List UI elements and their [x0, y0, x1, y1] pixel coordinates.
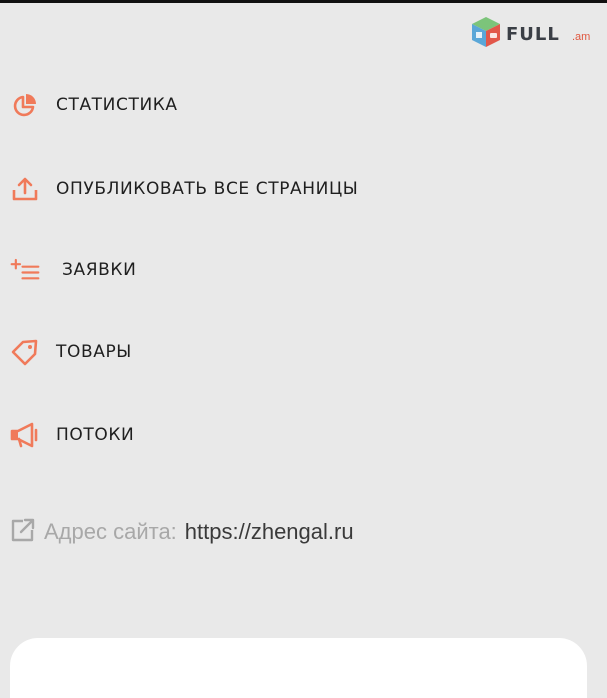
- menu-item-label: ТОВАРЫ: [56, 342, 132, 362]
- menu-item-label: ПОТОКИ: [56, 425, 135, 445]
- bottom-panel: [10, 638, 587, 698]
- pie-chart-icon: [10, 90, 40, 120]
- site-url-link[interactable]: https://zhengal.ru: [185, 519, 354, 545]
- megaphone-icon: [10, 420, 40, 450]
- upload-icon: [10, 174, 40, 204]
- menu-item-label: СТАТИСТИКА: [56, 95, 178, 115]
- logo-domain: .am: [572, 31, 591, 43]
- top-border: [0, 0, 607, 3]
- site-address-label: Адрес сайта:: [44, 519, 177, 544]
- menu-item-label: ОПУБЛИКОВАТЬ ВСЕ СТРАНИЦЫ: [56, 179, 359, 199]
- full-am-logo[interactable]: FULL .am: [468, 14, 600, 50]
- site-address-row: Адрес сайта: https://zhengal.ru: [10, 515, 354, 549]
- logo-cube-icon: [472, 17, 500, 47]
- menu-item-orders[interactable]: ЗАЯВКИ: [10, 250, 136, 290]
- external-link-icon[interactable]: [10, 517, 36, 548]
- menu-item-statistics[interactable]: СТАТИСТИКА: [10, 85, 178, 125]
- logo-text: FULL: [506, 24, 560, 45]
- menu-item-label: ЗАЯВКИ: [62, 260, 137, 280]
- menu-item-publish[interactable]: ОПУБЛИКОВАТЬ ВСЕ СТРАНИЦЫ: [10, 169, 358, 209]
- add-list-icon: [10, 255, 40, 285]
- menu-item-streams[interactable]: ПОТОКИ: [10, 415, 134, 455]
- menu-item-products[interactable]: ТОВАРЫ: [10, 332, 132, 372]
- tag-icon: [10, 337, 40, 367]
